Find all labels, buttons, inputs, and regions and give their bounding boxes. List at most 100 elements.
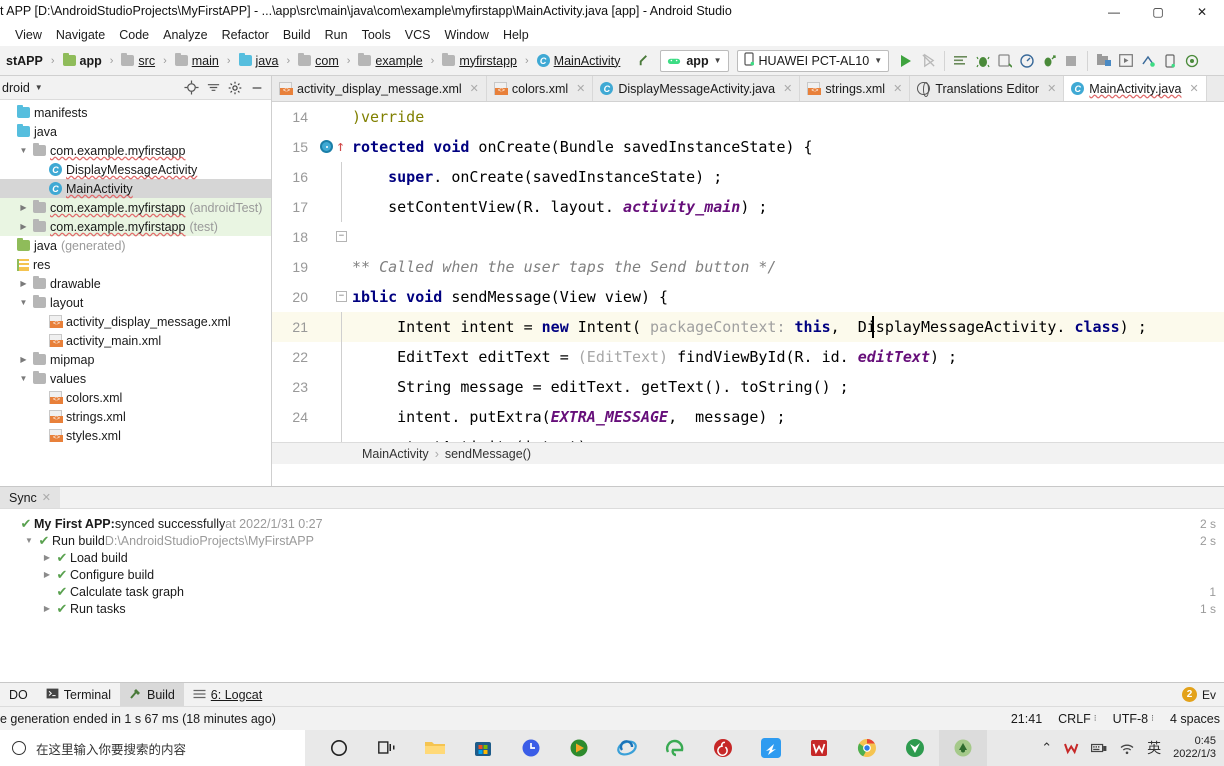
- device-selector[interactable]: HUAWEI PCT-AL10 ▼: [736, 49, 890, 72]
- tree-item-res[interactable]: res: [0, 255, 271, 274]
- menu-navigate[interactable]: Navigate: [49, 26, 112, 44]
- build-row[interactable]: ▶ ✔ Run tasks 1 s: [0, 600, 1224, 617]
- close-icon[interactable]: ✕: [1047, 82, 1056, 95]
- stop-button[interactable]: [1060, 50, 1082, 72]
- file-explorer-button[interactable]: [411, 730, 459, 766]
- gutter-marks[interactable]: [318, 342, 352, 372]
- gutter-marks[interactable]: [318, 402, 352, 432]
- tree-item-java[interactable]: java (generated): [0, 236, 271, 255]
- fold-minus-icon[interactable]: −: [336, 231, 347, 242]
- code-line-16[interactable]: 16 super. onCreate(savedInstanceState) ;: [272, 162, 1224, 192]
- hide-panel-icon[interactable]: [247, 78, 267, 98]
- tool-window-build[interactable]: Build: [120, 682, 184, 707]
- gutter-marks[interactable]: −: [318, 222, 352, 252]
- tree-item-activity-main-xml[interactable]: activity_main.xml: [0, 331, 271, 350]
- menu-vcs[interactable]: VCS: [398, 26, 438, 44]
- build-row[interactable]: ✔ Calculate task graph 1: [0, 583, 1224, 600]
- breadcrumb-com[interactable]: com ›: [294, 53, 354, 68]
- tree-item-manifests[interactable]: manifests: [0, 103, 271, 122]
- sdk-manager-button[interactable]: [1093, 50, 1115, 72]
- run-console-button[interactable]: [950, 50, 972, 72]
- qq-button[interactable]: [747, 730, 795, 766]
- run-config-selector[interactable]: app ▼: [660, 49, 729, 72]
- close-icon[interactable]: ✕: [470, 82, 479, 95]
- tree-item-colors-xml[interactable]: colors.xml: [0, 388, 271, 407]
- close-icon[interactable]: ✕: [42, 491, 51, 504]
- debug-button[interactable]: [972, 50, 994, 72]
- minimize-button[interactable]: —: [1092, 0, 1136, 24]
- run-button[interactable]: [895, 50, 917, 72]
- run-with-coverage-button[interactable]: [994, 50, 1016, 72]
- menu-analyze[interactable]: Analyze: [156, 26, 214, 44]
- close-icon[interactable]: ✕: [576, 82, 585, 95]
- breadcrumb-src[interactable]: src ›: [117, 53, 170, 68]
- tree-item-activity-display-message-xml[interactable]: activity_display_message.xml: [0, 312, 271, 331]
- close-icon[interactable]: ✕: [1189, 82, 1198, 95]
- tool-window-todo[interactable]: DO: [0, 683, 37, 707]
- windows-search-box[interactable]: 在这里输入你要搜索的内容: [0, 730, 305, 766]
- tree-item-java[interactable]: java: [0, 122, 271, 141]
- menu-build[interactable]: Build: [276, 26, 318, 44]
- edge-legacy-button[interactable]: [651, 730, 699, 766]
- media-player-button[interactable]: [555, 730, 603, 766]
- caret-position[interactable]: 21:41: [1011, 712, 1042, 726]
- expand-arrow-icon[interactable]: ▼: [18, 374, 29, 383]
- close-button[interactable]: ✕: [1180, 0, 1224, 24]
- apply-changes-button[interactable]: [917, 50, 939, 72]
- breakpoint-icon[interactable]: [320, 140, 333, 153]
- breadcrumb-myfirstapp[interactable]: myfirstapp ›: [438, 53, 532, 68]
- close-icon[interactable]: ✕: [893, 82, 902, 95]
- code-line-23[interactable]: 23 String message = editText. getText().…: [272, 372, 1224, 402]
- expand-arrow-icon[interactable]: ▶: [18, 222, 29, 231]
- fold-minus-icon[interactable]: −: [336, 291, 347, 302]
- implements-arrow-icon[interactable]: ↑: [336, 137, 345, 155]
- indent-indicator[interactable]: 4 spaces: [1170, 712, 1220, 726]
- breadcrumb-app[interactable]: app ›: [59, 53, 118, 68]
- menu-window[interactable]: Window: [437, 26, 495, 44]
- close-icon[interactable]: ✕: [783, 82, 792, 95]
- tree-item-displaymessageactivity[interactable]: C DisplayMessageActivity: [0, 160, 271, 179]
- device-file-explorer-button[interactable]: [1159, 50, 1181, 72]
- microsoft-store-button[interactable]: [459, 730, 507, 766]
- gutter-marks[interactable]: [318, 102, 352, 132]
- expand-arrow-icon[interactable]: ▶: [40, 570, 54, 579]
- project-view-selector-label[interactable]: droid: [2, 81, 30, 95]
- code-line-24[interactable]: 24 intent. putExtra(EXTRA_MESSAGE, messa…: [272, 402, 1224, 432]
- tree-item-com-example-myfirstapp[interactable]: ▼ com.example.myfirstapp: [0, 141, 271, 160]
- tree-item-com-example-myfirstapp[interactable]: ▶ com.example.myfirstapp (androidTest): [0, 198, 271, 217]
- code-line-21[interactable]: 21 Intent intent = new Intent( packageCo…: [272, 312, 1224, 342]
- gutter-marks[interactable]: [318, 162, 352, 192]
- wps-button[interactable]: [795, 730, 843, 766]
- menu-run[interactable]: Run: [318, 26, 355, 44]
- expand-arrow-icon[interactable]: ▶: [18, 279, 29, 288]
- code-line-15[interactable]: 15 ↑ rotected void onCreate(Bundle saved…: [272, 132, 1224, 162]
- tree-item-strings-xml[interactable]: strings.xml: [0, 407, 271, 426]
- avd-manager-button[interactable]: [1115, 50, 1137, 72]
- breadcrumb-main[interactable]: main ›: [171, 53, 235, 68]
- gutter-marks[interactable]: [318, 372, 352, 402]
- event-log-area[interactable]: 2 Ev: [1181, 687, 1224, 702]
- ime-indicator[interactable]: 英: [1147, 738, 1161, 758]
- expand-arrow-icon[interactable]: ▶: [40, 604, 54, 613]
- gutter-marks[interactable]: −: [318, 282, 352, 312]
- expand-arrow-icon[interactable]: ▼: [18, 146, 29, 155]
- tree-item-drawable[interactable]: ▶ drawable: [0, 274, 271, 293]
- tool-window-logcat[interactable]: 6: Logcat: [184, 683, 271, 707]
- wps-tray-icon[interactable]: [1064, 741, 1079, 755]
- gutter-marks[interactable]: [318, 252, 352, 282]
- netease-music-button[interactable]: [699, 730, 747, 766]
- tree-item-values[interactable]: ▼ values: [0, 369, 271, 388]
- collapse-all-icon[interactable]: [203, 78, 223, 98]
- line-separator-indicator[interactable]: CRLF ⁝: [1058, 712, 1097, 726]
- breadcrumb-class[interactable]: MainActivity: [362, 447, 429, 461]
- tree-item-mipmap[interactable]: ▶ mipmap: [0, 350, 271, 369]
- expand-arrow-icon[interactable]: ▼: [18, 298, 29, 307]
- chevron-down-icon[interactable]: ▼: [35, 83, 43, 92]
- editor-tab-activity-display-message-xml[interactable]: activity_display_message.xml ✕: [272, 76, 487, 101]
- internet-explorer-button[interactable]: [603, 730, 651, 766]
- menu-tools[interactable]: Tools: [355, 26, 398, 44]
- wifi-tray-icon[interactable]: [1119, 742, 1135, 755]
- menu-code[interactable]: Code: [112, 26, 156, 44]
- code-line-20[interactable]: 20 − ıblic void sendMessage(View view) {: [272, 282, 1224, 312]
- build-row[interactable]: ✔ My First APP: synced successfully at 20…: [0, 515, 1224, 532]
